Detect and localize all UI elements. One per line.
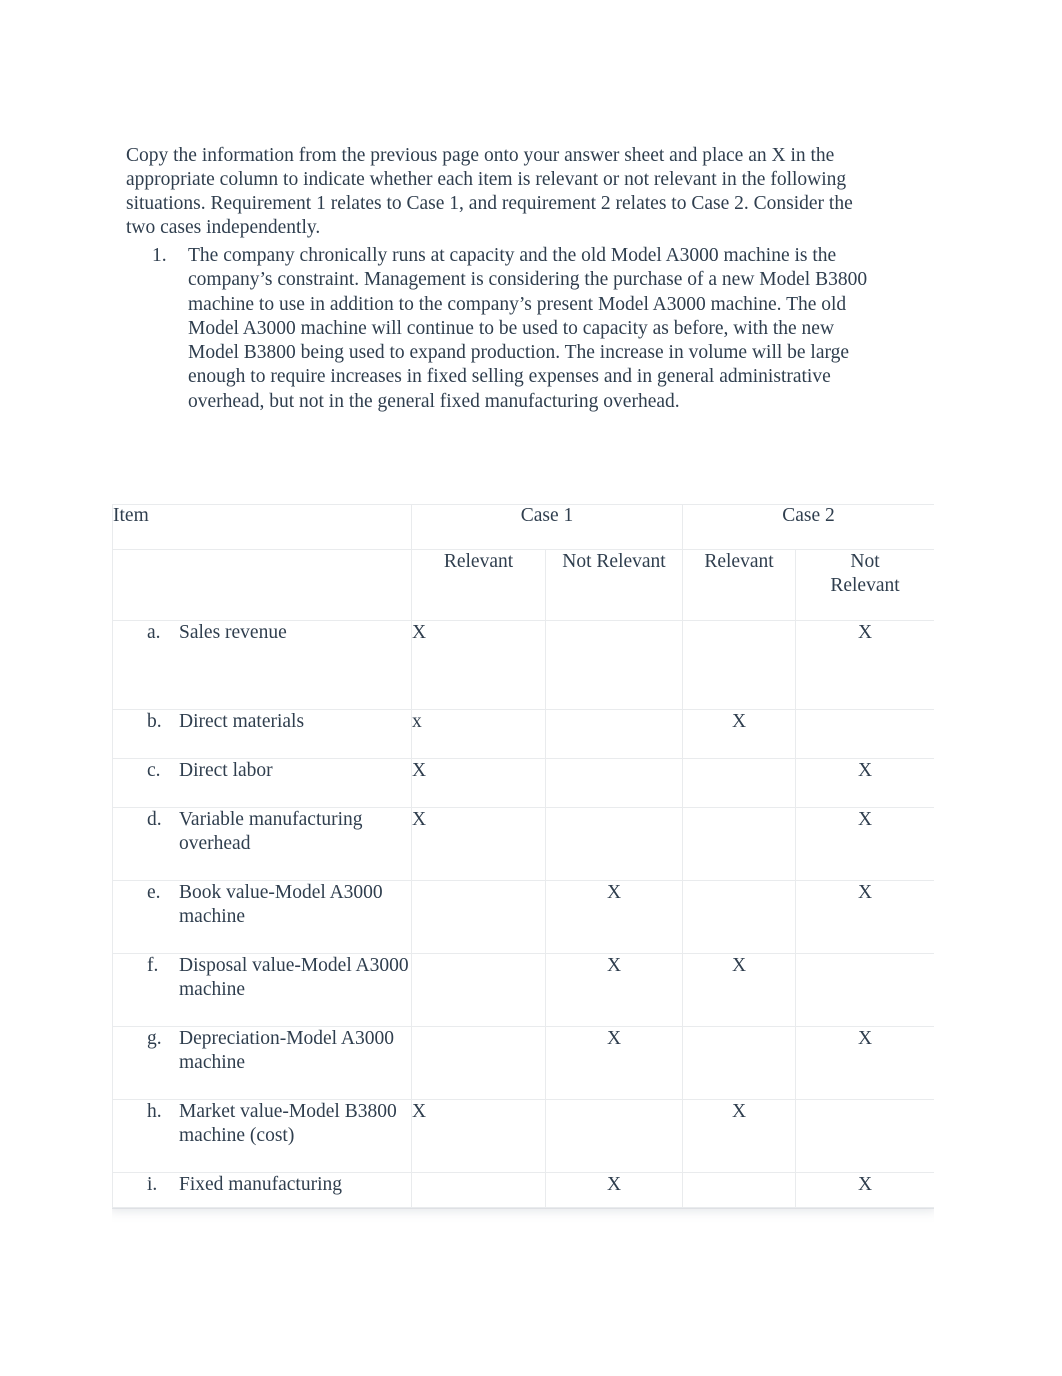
row-label: Fixed manufacturing: [179, 1174, 342, 1195]
table-cell-item: b. Direct materials: [112, 709, 412, 759]
row-label: Direct labor: [179, 760, 273, 781]
table-cell-item: f. Disposal value-Model A3000 machine: [112, 953, 412, 1027]
cell-case1-relevant[interactable]: [411, 1026, 546, 1100]
list-item-marker: 1.: [152, 245, 167, 266]
row-letter: c.: [147, 760, 161, 781]
row-letter: f.: [147, 955, 159, 976]
cell-case2-relevant[interactable]: [682, 807, 796, 881]
table-header-item-blank: [112, 549, 412, 621]
cell-case1-not-relevant[interactable]: X: [545, 1026, 683, 1100]
cell-case1-not-relevant[interactable]: [545, 758, 683, 808]
row-letter: b.: [147, 711, 162, 732]
cell-case2-relevant[interactable]: X: [682, 1099, 796, 1173]
cell-case1-not-relevant[interactable]: X: [545, 1172, 683, 1208]
cell-case2-relevant[interactable]: [682, 880, 796, 954]
table-row: g. Depreciation-Model A3000 machine X X: [112, 1026, 934, 1100]
numbered-list: 1. The company chronically runs at capac…: [152, 244, 872, 414]
table-row: c. Direct labor X X: [112, 758, 934, 808]
document-page: Copy the information from the previous p…: [0, 0, 1062, 1376]
cell-case2-not-relevant[interactable]: [795, 953, 934, 1027]
table-header-item: Item: [112, 504, 412, 550]
cell-case2-not-relevant[interactable]: X: [795, 880, 934, 954]
cell-case1-not-relevant[interactable]: [545, 1099, 683, 1173]
table-row: h. Market value-Model B3800 machine (cos…: [112, 1099, 934, 1173]
table-header-case1-not-relevant: Not Relevant: [545, 549, 683, 621]
row-letter: e.: [147, 882, 161, 903]
row-letter: g.: [147, 1028, 162, 1049]
table-row: a. Sales revenue X X: [112, 620, 934, 710]
row-label: Disposal value-Model A3000 machine: [179, 955, 409, 1000]
row-letter: d.: [147, 809, 162, 830]
relevance-table-clip: Item Case 1 Case 2 Relevant Not Relevant…: [112, 504, 934, 1252]
table-cell-item: d. Variable manufacturing overhead: [112, 807, 412, 881]
cell-case2-not-relevant[interactable]: X: [795, 620, 934, 710]
relevance-table: Item Case 1 Case 2 Relevant Not Relevant…: [112, 504, 934, 1208]
table-cell-item: h. Market value-Model B3800 machine (cos…: [112, 1099, 412, 1173]
cell-case1-relevant[interactable]: X: [411, 620, 546, 710]
list-item-text: The company chronically runs at capacity…: [188, 245, 868, 412]
table-header-case2-relevant: Relevant: [682, 549, 796, 621]
cell-case1-relevant[interactable]: x: [411, 709, 546, 759]
cell-case1-not-relevant[interactable]: X: [545, 880, 683, 954]
table-row: d. Variable manufacturing overhead X X: [112, 807, 934, 881]
table-cell-item: e. Book value-Model A3000 machine: [112, 880, 412, 954]
table-header-row-subcolumns: Relevant Not Relevant Relevant Not Relev…: [112, 549, 934, 621]
intro-paragraph: Copy the information from the previous p…: [126, 144, 853, 239]
cell-case1-relevant[interactable]: X: [411, 807, 546, 881]
table-header-case2-not-relevant: Not Relevant: [795, 549, 934, 621]
row-label: Market value-Model B3800 machine (cost): [179, 1101, 397, 1146]
cell-case1-relevant[interactable]: [411, 880, 546, 954]
cell-case1-not-relevant[interactable]: [545, 709, 683, 759]
cell-case2-relevant[interactable]: [682, 1026, 796, 1100]
table-header-case1-relevant: Relevant: [411, 549, 546, 621]
table-cell-item: i. Fixed manufacturing: [112, 1172, 412, 1208]
cell-case1-relevant[interactable]: X: [411, 1099, 546, 1173]
cell-case2-relevant[interactable]: [682, 1172, 796, 1208]
cell-case2-not-relevant[interactable]: X: [795, 1026, 934, 1100]
row-label: Direct materials: [179, 711, 305, 732]
cell-case1-not-relevant[interactable]: [545, 807, 683, 881]
row-label: Sales revenue: [179, 622, 287, 643]
cell-case2-relevant[interactable]: X: [682, 953, 796, 1027]
table-header-row-cases: Item Case 1 Case 2: [112, 504, 934, 550]
table-row: e. Book value-Model A3000 machine X X: [112, 880, 934, 954]
cell-case2-relevant[interactable]: [682, 620, 796, 710]
table-header-case2: Case 2: [682, 504, 934, 550]
cell-case2-not-relevant[interactable]: X: [795, 758, 934, 808]
cell-case1-relevant[interactable]: X: [411, 758, 546, 808]
cell-case2-not-relevant[interactable]: X: [795, 807, 934, 881]
cell-case2-relevant[interactable]: [682, 758, 796, 808]
row-letter: a.: [147, 622, 161, 643]
table-row: f. Disposal value-Model A3000 machine X …: [112, 953, 934, 1027]
row-label: Book value-Model A3000 machine: [179, 882, 383, 927]
list-item: 1. The company chronically runs at capac…: [152, 244, 872, 414]
cell-case1-not-relevant[interactable]: X: [545, 953, 683, 1027]
row-label: Depreciation-Model A3000 machine: [179, 1028, 394, 1073]
cell-case2-not-relevant[interactable]: [795, 709, 934, 759]
cell-case1-relevant[interactable]: [411, 953, 546, 1027]
table-header-case1: Case 1: [411, 504, 683, 550]
cell-case2-not-relevant[interactable]: X: [795, 1172, 934, 1208]
row-letter: h.: [147, 1101, 162, 1122]
cell-case1-relevant[interactable]: [411, 1172, 546, 1208]
relevance-table-container: Item Case 1 Case 2 Relevant Not Relevant…: [112, 504, 934, 1208]
cell-case1-not-relevant[interactable]: [545, 620, 683, 710]
table-cell-item: g. Depreciation-Model A3000 machine: [112, 1026, 412, 1100]
cell-case2-not-relevant[interactable]: [795, 1099, 934, 1173]
row-label: Variable manufacturing overhead: [179, 809, 363, 854]
table-cell-item: a. Sales revenue: [112, 620, 412, 710]
table-row: b. Direct materials x X: [112, 709, 934, 759]
cell-case2-relevant[interactable]: X: [682, 709, 796, 759]
table-row: i. Fixed manufacturing X X: [112, 1172, 934, 1208]
row-letter: i.: [147, 1174, 158, 1195]
table-cell-item: c. Direct labor: [112, 758, 412, 808]
